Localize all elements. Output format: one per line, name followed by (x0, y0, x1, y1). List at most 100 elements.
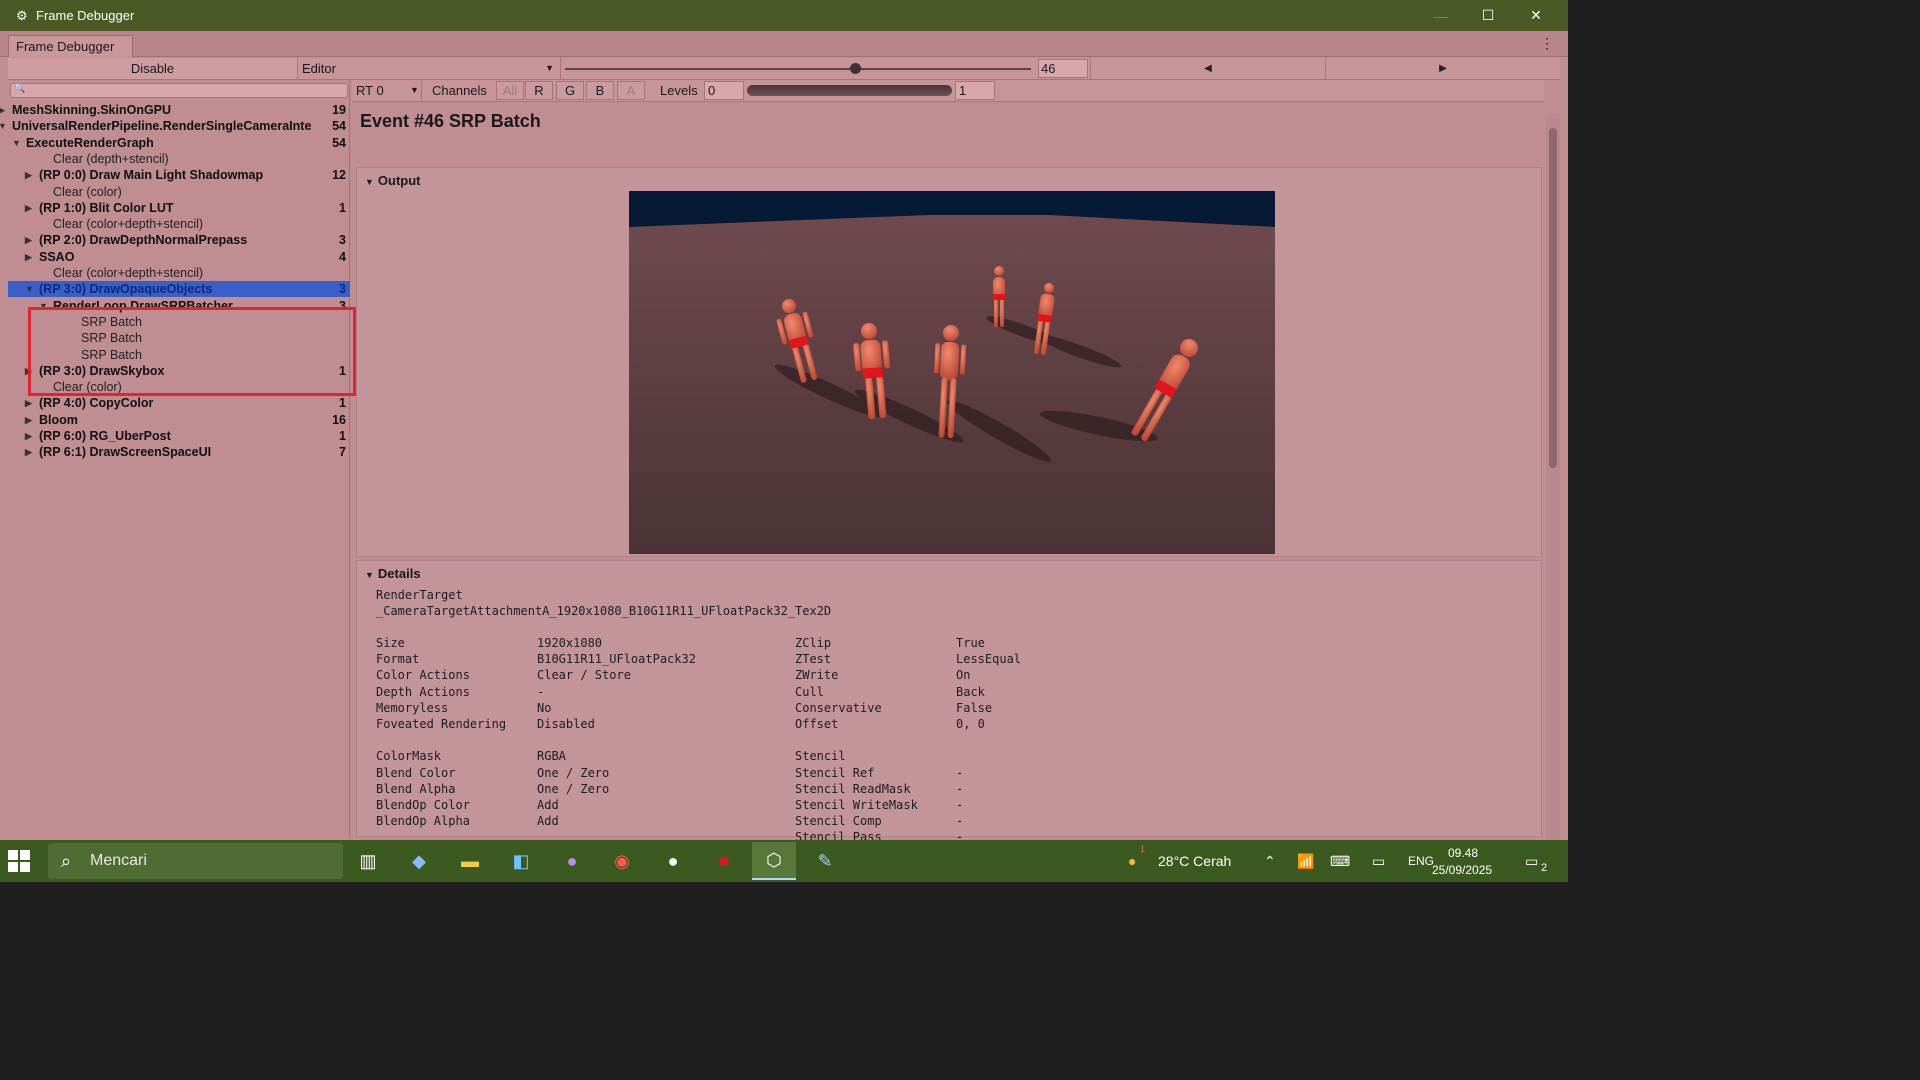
tree-row-count: 7 (339, 445, 346, 460)
tree-row[interactable]: ▼ (RP 3:0) DrawOpaqueObjects 3 (8, 281, 350, 298)
language-indicator[interactable]: ENG (1408, 840, 1434, 882)
event-index-field[interactable]: 46 (1038, 59, 1088, 78)
task-view-icon[interactable]: ▥ (346, 842, 390, 880)
expand-right-icon[interactable]: ▶ (25, 232, 32, 248)
expand-down-icon[interactable]: ▼ (12, 135, 21, 151)
channel-all-button[interactable]: All (496, 81, 524, 100)
unity-icon[interactable]: ⬡ (752, 842, 796, 880)
search-input[interactable]: 🔍 (10, 83, 348, 98)
clock-date[interactable]: 25/09/2025 (1432, 849, 1492, 891)
close-button[interactable]: ✕ (1513, 0, 1559, 31)
tree-row-count: 16 (332, 412, 346, 427)
expand-down-icon[interactable]: ▼ (0, 118, 7, 134)
details-header-label: Details (377, 566, 421, 581)
windows-start-button[interactable] (8, 850, 30, 872)
event-slider-thumb[interactable] (850, 63, 861, 74)
expand-right-icon[interactable]: ▶ (25, 249, 32, 265)
tree-row[interactable]: ▶ (RP 1:0) Blit Color LUT 1 (8, 200, 350, 216)
discord-icon[interactable]: ● (550, 842, 594, 880)
levels-range-slider[interactable] (747, 85, 952, 96)
tree-row[interactable]: Clear (color+depth+stencil) (8, 216, 350, 232)
tree-row[interactable]: ▼ UniversalRenderPipeline.RenderSingleCam… (0, 118, 350, 134)
weather-text[interactable]: 28°C Cerah (1158, 840, 1231, 882)
file-explorer-icon[interactable]: ▬ (448, 842, 492, 880)
details-section: ▼ Details RenderTarget _CameraTargetAttac… (356, 560, 1542, 861)
detail-label: Offset (795, 717, 839, 731)
tree-row-count: 12 (332, 168, 346, 183)
target-dropdown[interactable]: Editor ▼ (299, 58, 561, 79)
scene-preview-image (629, 191, 1275, 554)
levels-min-field[interactable]: 0 (704, 81, 744, 100)
next-event-button[interactable]: ▶ (1326, 58, 1560, 79)
taskbar-search[interactable]: ⌕ Mencari (48, 843, 343, 879)
detail-label: Color Actions (376, 668, 470, 683)
display-icon[interactable]: ▭ (1372, 840, 1385, 882)
tree-row[interactable]: ▶ (RP 6:0) RG_UberPost 1 (8, 428, 350, 444)
tree-row[interactable]: Clear (depth+stencil) (8, 151, 350, 167)
tree-row[interactable]: Clear (color) (8, 184, 350, 200)
tree-row[interactable]: ▶ (RP 2:0) DrawDepthNormalPrepass 3 (8, 232, 350, 248)
tree-row-count: 3 (339, 233, 346, 248)
previous-event-button[interactable]: ◀ (1090, 58, 1326, 79)
tree-row[interactable]: ▼ ExecuteRenderGraph 54 (8, 135, 350, 151)
expand-right-icon[interactable]: ▶ (25, 395, 32, 411)
notification-icon[interactable]: ▭ (1525, 840, 1538, 882)
tree-row[interactable]: ▶ SSAO 4 (8, 249, 350, 265)
details-header[interactable]: ▼ Details (365, 566, 421, 581)
detail-value: Back (956, 684, 985, 699)
paint-icon[interactable]: ✎ (803, 842, 847, 880)
tree-row-count: 54 (332, 119, 346, 134)
tree-row[interactable]: ▶ (RP 6:1) DrawScreenSpaceUI 7 (8, 444, 350, 460)
channel-b-button[interactable]: B (586, 81, 614, 100)
maximize-button[interactable]: ☐ (1465, 0, 1511, 31)
red-app-icon[interactable]: ■ (702, 842, 746, 880)
tree-row-count: 3 (339, 282, 346, 297)
detail-label: BlendOp Alpha (376, 814, 470, 829)
detail-label: Blend Color (376, 765, 456, 780)
render-target-dropdown[interactable]: RT 0 ▼ (352, 80, 422, 101)
expand-right-icon[interactable]: ▶ (25, 167, 32, 183)
tree-row-label: (RP 0:0) Draw Main Light Shadowmap (39, 168, 264, 183)
expand-right-icon[interactable]: ▶ (25, 428, 32, 444)
github-icon[interactable]: ● (651, 842, 695, 880)
event-hierarchy-panel: 🔍 ▶ MeshSkinning.SkinOnGPU 19 ▼ UniversalRen… (0, 80, 350, 837)
expand-right-icon[interactable]: ▶ (25, 412, 32, 428)
render-target-value: _CameraTargetAttachmentA_1920x1080_B10G1… (376, 604, 832, 618)
tree-row[interactable]: ▶ Bloom 16 (8, 412, 350, 428)
event-slider-track[interactable] (565, 68, 1031, 70)
show-hidden-icons[interactable]: ⌃ (1264, 840, 1276, 882)
tree-row[interactable]: ▶ (RP 4:0) CopyColor 1 (8, 395, 350, 411)
windows-taskbar: ⌕ Mencari ▥ ◆ ▬ ◧ ● ◉ ● ■ ⬡ ✎ ● 1 28°C C… (0, 840, 1568, 882)
scrollbar-thumb[interactable] (1549, 128, 1557, 468)
microsoft-365-icon[interactable]: ◧ (499, 842, 543, 880)
channel-g-button[interactable]: G (556, 81, 584, 100)
keyboard-icon[interactable]: ⌨ (1330, 840, 1350, 882)
tree-row[interactable]: ▶ (RP 0:0) Draw Main Light Shadowmap 12 (8, 167, 350, 183)
tree-row-count: 4 (339, 249, 346, 264)
vertical-scrollbar[interactable] (1546, 114, 1560, 866)
levels-label: Levels (660, 83, 698, 98)
weather-icon[interactable]: ● (1128, 840, 1136, 882)
expand-right-icon[interactable]: ▶ (25, 200, 32, 216)
minimize-button[interactable]: — (1418, 0, 1464, 31)
disable-button[interactable]: Disable (8, 58, 298, 79)
chrome-icon[interactable]: ◉ (600, 842, 644, 880)
tree-row-label: (RP 4:0) CopyColor (39, 396, 154, 411)
copilot-icon[interactable]: ◆ (397, 842, 441, 880)
tab-frame-debugger[interactable]: Frame Debugger (8, 35, 133, 57)
expand-right-icon[interactable]: ▶ (0, 102, 5, 118)
channel-r-button[interactable]: R (525, 81, 553, 100)
expand-right-icon[interactable]: ▶ (25, 444, 32, 460)
tree-row[interactable]: ▶ MeshSkinning.SkinOnGPU 19 (0, 102, 350, 118)
channel-a-button[interactable]: A (617, 81, 645, 100)
expand-down-icon[interactable]: ▼ (25, 281, 34, 297)
tree-row-label: (RP 1:0) Blit Color LUT (39, 200, 174, 215)
levels-max-field[interactable]: 1 (955, 81, 995, 100)
detail-value: Add (537, 814, 559, 829)
detail-value: 0, 0 (956, 717, 985, 731)
more-options-icon[interactable]: ⋮ (1540, 35, 1554, 52)
network-icon[interactable]: 📶 (1297, 840, 1314, 882)
tree-row[interactable]: Clear (color+depth+stencil) (8, 265, 350, 281)
render-target-label: RT 0 (356, 83, 384, 98)
output-header[interactable]: ▼ Output (365, 173, 421, 188)
